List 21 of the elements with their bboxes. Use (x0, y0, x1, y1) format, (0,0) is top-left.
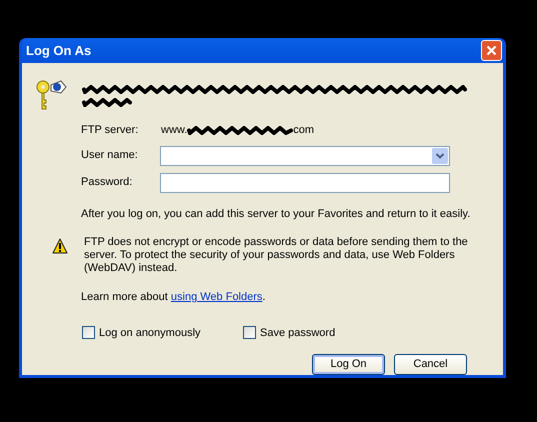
checkbox[interactable] (243, 326, 256, 340)
server-suffix: com (293, 123, 314, 138)
dialog-button[interactable]: Log On (312, 354, 385, 375)
close-button[interactable] (481, 40, 502, 61)
checkbox-label: Save password (260, 326, 336, 340)
field-label: Password: (81, 175, 134, 190)
close-icon (486, 44, 497, 56)
web-folders-link[interactable]: using Web Folders (170, 291, 262, 303)
checkbox[interactable] (82, 326, 95, 340)
server-label: FTP server: (81, 123, 140, 138)
warning-icon (52, 238, 68, 254)
field-label: User name: (81, 148, 139, 164)
info-text: After you log on, you can add this server to your Favorites and return to it easily. (81, 206, 472, 222)
dialog-button[interactable]: Cancel (394, 354, 467, 375)
checkbox-label: Log on anonymously (99, 326, 201, 340)
user-name-combo[interactable] (160, 146, 450, 166)
server-prefix: www. (161, 123, 188, 138)
learn-more-text: Learn more about using Web Folders. (80, 290, 266, 305)
warning-text: FTP does not encrypt or encode passwords or data before sending them to the server. To protect the security of your passwords and data, use Web Folders (WebDAV) instead. (84, 236, 469, 275)
window-title: Log On As (26, 42, 92, 60)
redaction-mark (82, 98, 132, 106)
